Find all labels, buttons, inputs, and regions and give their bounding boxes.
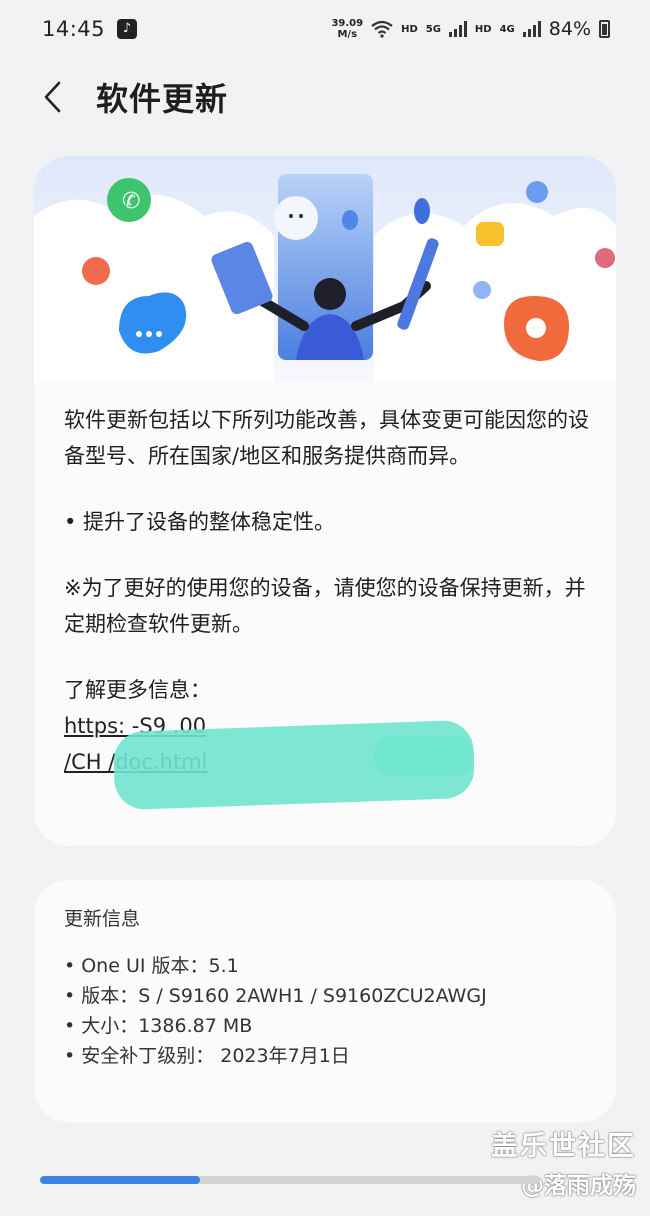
battery-percent: 84% (548, 18, 591, 40)
svg-text:✆: ✆ (122, 189, 140, 214)
network-speed: 39.09 M/s (331, 18, 364, 40)
update-illustration: ✆ (34, 156, 616, 382)
list-item: • 版本：S / S9160 2AWH1 / S9160ZCU2AWGJ (64, 985, 487, 1007)
5g-badge: 5G (425, 23, 441, 35)
update-info-title: 更新信息 (64, 908, 141, 930)
release-notes-text: 软件更新包括以下所列功能改善，具体变更可能因您的设备型号、所在国家/地区和服务提… (64, 402, 594, 780)
signal-4g-icon (522, 21, 541, 37)
notification-app-icon: ♪ (117, 19, 138, 39)
wifi-icon (371, 20, 393, 38)
list-item: • 安全补丁级别： 2023年7月1日 (64, 1045, 350, 1067)
back-button[interactable] (22, 67, 82, 127)
release-notes-intro: 软件更新包括以下所列功能改善，具体变更可能因您的设备型号、所在国家/地区和服务提… (64, 408, 589, 468)
release-notes-note: ※为了更好的使用您的设备，请使您的设备保持更新，并定期检查软件更新。 (64, 576, 586, 636)
status-bar: 14:45 ♪ 39.09 M/s HD 5G HD 4G 84% (0, 0, 650, 58)
battery-icon (599, 20, 610, 38)
learn-more-label: 了解更多信息： (64, 678, 211, 702)
4g-badge: 4G (499, 23, 515, 35)
status-time: 14:45 (42, 17, 106, 41)
update-info-card: 更新信息 • One UI 版本：5.1 • 版本：S / S9160 2AWH1 … (34, 880, 616, 1122)
release-notes-card: ✆ 软件更新包括以下所列功能改善，具体变更可能因您的设备型号、所在国家/地区和服… (34, 156, 616, 846)
app-header: 软件更新 (0, 62, 650, 132)
list-item: • 大小：1386.87 MB (64, 1015, 253, 1037)
list-item: • One UI 版本：5.1 (64, 955, 239, 977)
chevron-left-icon (44, 81, 61, 113)
update-info-list: • One UI 版本：5.1 • 版本：S / S9160 2AWH1 / S91… (64, 952, 584, 1072)
download-progress-bar (40, 1176, 540, 1184)
hd-badge: HD (401, 23, 418, 35)
download-progress-fill (40, 1176, 200, 1184)
watermark-site: 盖乐世社区 (491, 1131, 636, 1162)
page-title: 软件更新 (96, 80, 229, 118)
redaction-mark-2 (374, 736, 474, 776)
signal-5g-icon (448, 21, 467, 37)
release-notes-bullet: • 提升了设备的整体稳定性。 (64, 510, 336, 534)
hd-badge-2: HD (474, 23, 492, 35)
